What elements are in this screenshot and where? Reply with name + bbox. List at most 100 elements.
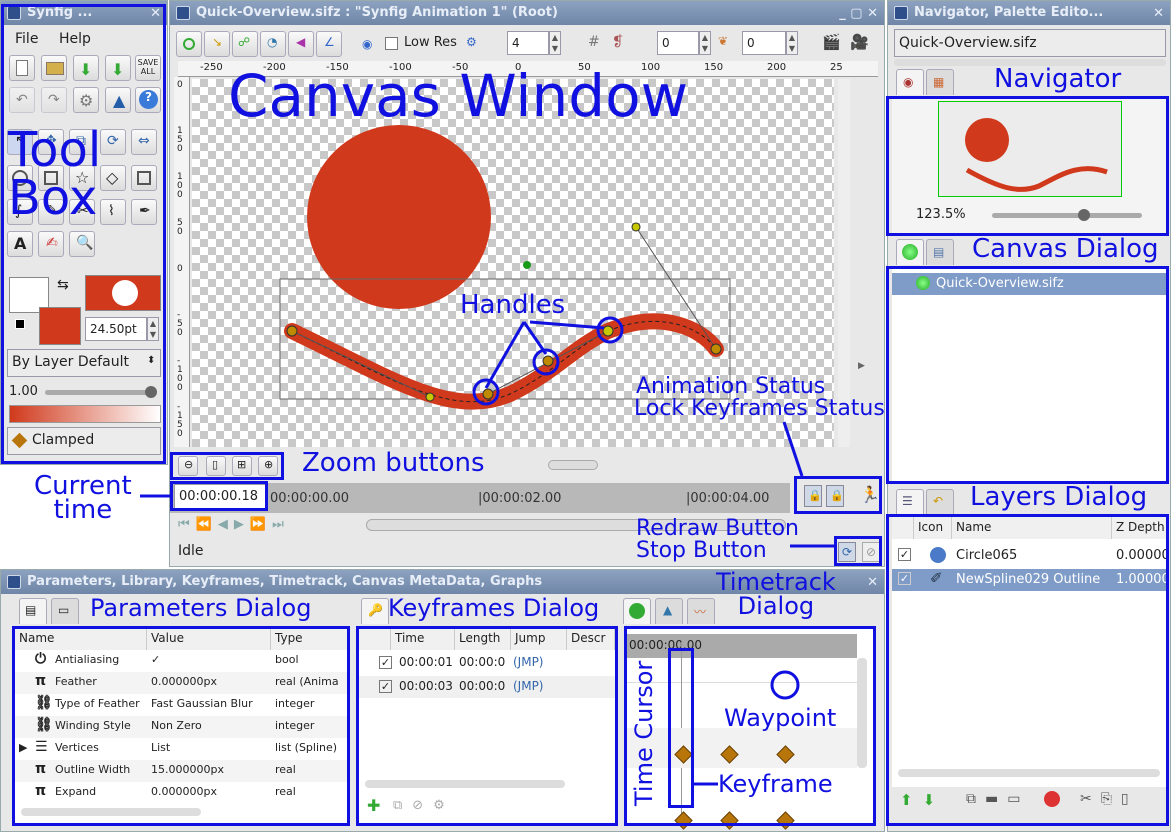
vertical-scrollbar[interactable] [838,79,850,447]
width-handles-button[interactable]: ◀ [288,31,314,57]
vertex-handle [286,325,298,337]
tangent-handle [425,392,435,402]
onion-future-icon: ❦ [718,34,729,48]
keyframes-dialog-annotation: Keyframes Dialog [388,594,600,622]
lock-status-annotation: Lock Keyframes Status [634,396,885,421]
vertex-icon: ☍ [238,35,251,49]
time-slider[interactable]: 00:00:00.00 |00:00:02.00 |00:00:04.00 [270,485,790,511]
keyframe-annotation: Keyframe [718,770,833,798]
tangent-icon: ↘ [212,35,223,49]
status-text: Idle [178,543,204,559]
stop-annotation: Stop Button [636,538,767,563]
params-dialog-annotation: Parameters Dialog [90,594,312,622]
library-icon: ▤ [933,245,945,259]
tab-library[interactable]: ▤ [926,239,954,265]
toolbox-annotation: Tool Box [8,122,102,226]
preview-icon[interactable]: 🎥 [850,33,869,51]
ruler-tick-label: 100 [177,172,183,200]
tab-layers[interactable]: ☰ [896,489,924,515]
tab-timetrack[interactable] [623,598,651,624]
vertex-handles-button[interactable]: ☍ [232,31,258,57]
canvas-icon [902,244,918,260]
position-handle-icon [183,38,195,50]
ruler-tick-label: -50 [177,310,183,338]
resolution-input[interactable]: 4 [507,31,549,55]
resolution-icon: ⚙ [466,35,477,49]
canvas-titlebar[interactable]: Quick-Overview.sifz : "Synfig Animation … [170,1,884,25]
window-controls-icon[interactable]: _ ▢ ✕ [839,6,878,21]
stop-callout [790,544,836,548]
low-res-label: Low Res [404,35,457,50]
synfig-icon [7,575,21,589]
params-icon: ▤ [25,603,37,617]
ruler-tick-label: 150 [704,62,724,73]
scroll-arrow-icon[interactable]: ▶ [858,361,865,371]
ruler-tick-label: -150 [177,402,183,439]
low-res-checkbox[interactable] [385,37,398,50]
graph-icon: 〰 [694,605,707,619]
animation-status-highlight [794,476,882,514]
waypoint-annotation: Waypoint [724,704,837,732]
keyframes-dialog-highlight [356,626,618,826]
metadata-icon: ▲ [663,603,673,617]
ruler-tick-label: 0 [177,80,183,90]
onion-skin-icon[interactable]: ❡ [612,34,624,50]
tab-history[interactable]: ↶ [926,489,954,515]
canvas-dialog-highlight [886,266,1169,484]
compass-icon: ◉ [903,75,914,89]
grid-icon[interactable]: # [588,34,600,50]
time-tick-label: |00:00:02.00 [478,491,562,506]
angle-icon: ∠ [324,35,335,49]
close-icon[interactable]: ✕ [867,575,878,590]
onion-icon: ◉ [362,37,373,51]
status-callout [782,421,804,477]
tab-canvas-browser[interactable] [896,239,924,265]
navigator-annotation: Navigator [994,64,1122,94]
current-time-highlight [170,481,268,511]
render-icon[interactable]: 🎬 [822,33,841,51]
palette-icon: ▦ [933,75,945,89]
ruler-tick-label: 150 [177,126,183,154]
onion-future-spinner[interactable]: ▲ ▼ [786,31,798,55]
tab-navigator[interactable]: ◉ [896,69,924,95]
tab-keyframes[interactable]: 🔑 [361,598,389,624]
navigator-title: Navigator, Palette Edito... [914,5,1104,20]
tab-graphs[interactable]: 〰 [687,598,715,624]
playback-controls[interactable]: ⏮⏪◀▶⏩⏭ [178,517,290,532]
waypoint-callout [770,670,800,700]
library-icon: ▭ [58,603,70,617]
radius-handles-button[interactable]: ◔ [260,31,286,57]
ruler-tick-label: 50 [177,218,183,237]
layers-dialog-annotation: Layers Dialog [970,482,1148,512]
redraw-stop-highlight [834,536,882,566]
tab-canvas-metadata[interactable]: ▲ [655,598,683,624]
horizontal-scrollbar[interactable] [548,460,598,470]
show-handles-button[interactable] [176,31,202,57]
onion-future-input[interactable]: 0 [742,31,786,55]
tangent-handle [631,222,641,232]
ruler-tick-label: -100 [177,356,183,393]
synfig-icon [894,6,908,20]
resolution-spinner[interactable]: ▲ ▼ [549,31,561,55]
tab-params[interactable]: ▤ [19,598,47,624]
time-tick-label: |00:00:04.00 [686,491,770,506]
tab-library[interactable]: ▭ [51,598,79,624]
time-tick-label: 00:00:00.00 [270,491,350,506]
angle-handles-button[interactable]: ∠ [316,31,342,57]
params-title: Parameters, Library, Keyframes, Timetrac… [27,574,543,589]
onion-past-input[interactable]: 0 [657,31,699,55]
ruler-tick-label: 0 [177,264,183,274]
zoom-buttons-highlight [170,452,284,480]
time-cursor-highlight [668,648,694,808]
synfig-icon [176,6,190,20]
width-handle-icon: ◀ [296,35,306,49]
ruler-tick-label: 200 [767,62,787,73]
onion-past-spinner[interactable]: ▲ ▼ [699,31,711,55]
tab-palette[interactable]: ▦ [926,69,954,95]
close-icon[interactable]: ✕ [1153,6,1164,21]
timetrack-icon [629,603,645,619]
tangent-handles-button[interactable]: ↘ [204,31,230,57]
key-icon: 🔑 [368,603,383,617]
navigator-titlebar[interactable]: Navigator, Palette Edito... ✕ [888,1,1170,25]
canvas-select[interactable]: Quick-Overview.sifz [894,29,1166,57]
